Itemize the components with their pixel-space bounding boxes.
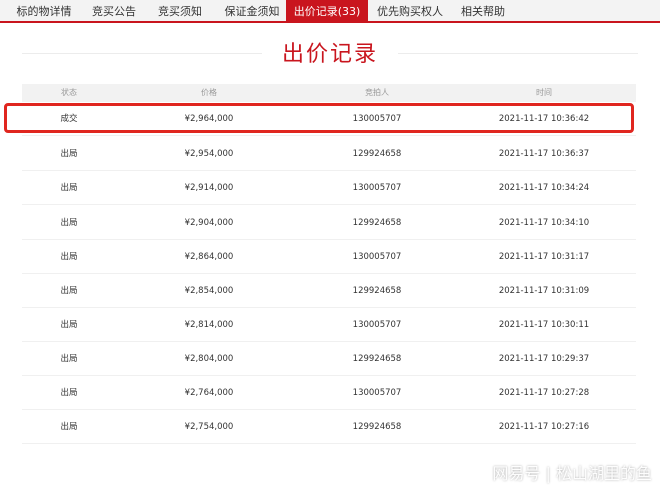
status-cell: 出局 [60,252,78,262]
title-section: 出价记录 [0,34,660,74]
time-cell: 2021-11-17 10:27:28 [498,388,590,398]
time-cell: 2021-11-17 10:31:17 [498,252,590,262]
status-cell: 出局 [60,218,78,228]
status-cell: 出局 [60,354,78,364]
status-cell: 出局 [60,388,78,398]
price-cell: ¥2,814,000 [184,320,234,330]
bidder-cell: 129924658 [352,218,402,228]
price-cell: ¥2,804,000 [184,354,234,364]
tab-bidding-rules[interactable]: 竞买须知 [150,0,210,23]
title-divider-right [398,53,638,54]
bidder-cell: 129924658 [352,286,402,296]
table-row: 出局 ¥2,904,000 129924658 2021-11-17 10:34… [22,206,636,240]
tab-item-details[interactable]: 标的物详情 [10,0,78,23]
time-cell: 2021-11-17 10:27:16 [498,422,590,432]
price-cell: ¥2,904,000 [184,218,234,228]
table-header: 状态 价格 竞拍人 时间 [22,84,636,102]
table-row: 出局 ¥2,814,000 130005707 2021-11-17 10:30… [22,308,636,342]
status-cell: 出局 [60,183,78,193]
tab-priority-buyers[interactable]: 优先购买权人 [372,0,448,23]
bidder-cell: 130005707 [352,252,402,262]
tab-auction-notice[interactable]: 竞买公告 [84,0,144,23]
status-cell: 出局 [60,149,78,159]
table-row: 出局 ¥2,954,000 129924658 2021-11-17 10:36… [22,137,636,171]
bidder-cell: 130005707 [352,388,402,398]
winning-bid-highlight [4,103,634,133]
table-row: 出局 ¥2,804,000 129924658 2021-11-17 10:29… [22,342,636,376]
column-header-price: 价格 [201,88,217,97]
time-cell: 2021-11-17 10:36:37 [498,149,590,159]
table-row: 出局 ¥2,764,000 130005707 2021-11-17 10:27… [22,376,636,410]
price-cell: ¥2,754,000 [184,422,234,432]
time-cell: 2021-11-17 10:34:24 [498,183,590,193]
bidder-cell: 130005707 [352,320,402,330]
tab-help[interactable]: 相关帮助 [454,0,512,23]
price-cell: ¥2,854,000 [184,286,234,296]
column-header-bidder: 竞拍人 [365,88,389,97]
column-header-time: 时间 [536,88,552,97]
tab-deposit-notice[interactable]: 保证金须知 [216,0,288,23]
watermark: 网易号 | 松山湖里的鱼 [492,464,652,483]
page-title: 出价记录 [281,42,378,67]
bidder-cell: 129924658 [352,354,402,364]
time-cell: 2021-11-17 10:30:11 [498,320,590,330]
bidder-cell: 129924658 [352,149,402,159]
tab-bar: 标的物详情 竞买公告 竞买须知 保证金须知 出价记录(33) 优先购买权人 相关… [0,0,660,23]
price-cell: ¥2,764,000 [184,388,234,398]
time-cell: 2021-11-17 10:34:10 [498,218,590,228]
table-row: 出局 ¥2,864,000 130005707 2021-11-17 10:31… [22,240,636,274]
status-cell: 出局 [60,286,78,296]
time-cell: 2021-11-17 10:29:37 [498,354,590,364]
bidder-cell: 130005707 [352,183,402,193]
tab-bid-records[interactable]: 出价记录(33) [286,0,368,23]
price-cell: ¥2,864,000 [184,252,234,262]
price-cell: ¥2,954,000 [184,149,234,159]
table-row: 出局 ¥2,854,000 129924658 2021-11-17 10:31… [22,274,636,308]
table-row: 出局 ¥2,914,000 130005707 2021-11-17 10:34… [22,171,636,205]
status-cell: 出局 [60,422,78,432]
table-row: 出局 ¥2,754,000 129924658 2021-11-17 10:27… [22,410,636,444]
price-cell: ¥2,914,000 [184,183,234,193]
time-cell: 2021-11-17 10:31:09 [498,286,590,296]
status-cell: 出局 [60,320,78,330]
bidder-cell: 129924658 [352,422,402,432]
column-header-status: 状态 [61,88,77,97]
